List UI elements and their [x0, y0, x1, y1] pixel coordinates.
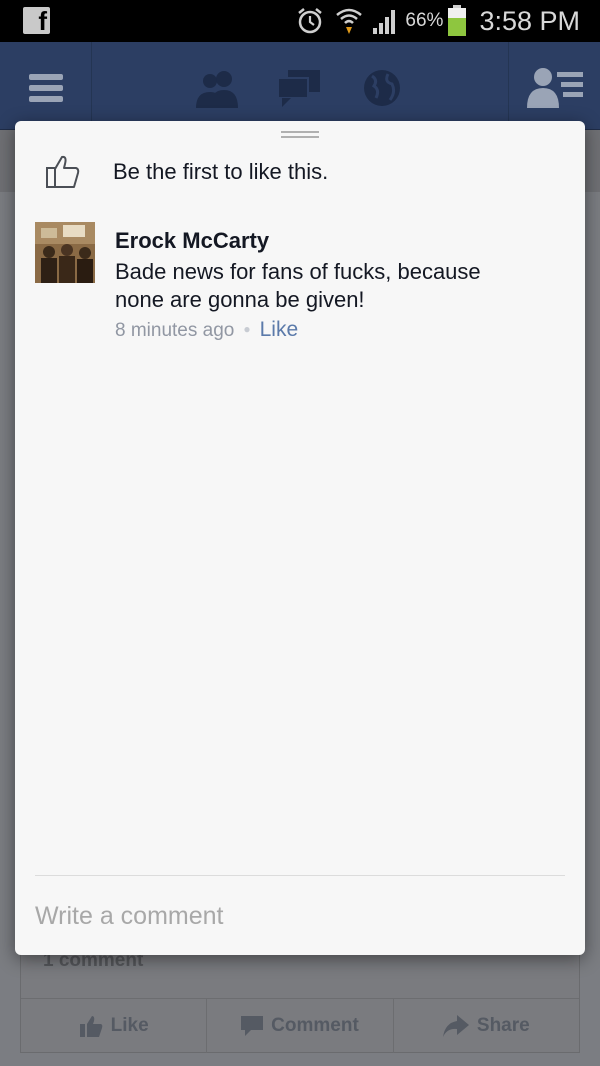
comment-input[interactable]	[35, 893, 565, 939]
signal-icon	[373, 10, 396, 34]
share-button[interactable]: Share	[394, 999, 579, 1053]
facebook-notification-icon: f	[23, 7, 50, 34]
friends-list-button[interactable]	[508, 42, 600, 130]
nav-jewels	[190, 66, 410, 110]
alarm-icon	[298, 8, 323, 34]
comment-button[interactable]: Comment	[207, 999, 394, 1053]
comment-like-link[interactable]: Like	[260, 318, 299, 341]
comments-popup: Be the first to like this. Erock McCarty…	[15, 121, 585, 955]
drag-handle[interactable]	[281, 131, 319, 139]
battery-icon	[448, 5, 467, 36]
messages-icon[interactable]	[278, 70, 320, 108]
friends-list-icon	[527, 68, 583, 108]
comment-icon	[241, 1016, 264, 1036]
like-label: Like	[110, 1015, 149, 1036]
divider	[35, 875, 565, 876]
status-bar: f 66% 3:58 PM	[0, 0, 600, 42]
like-prompt: Be the first to like this.	[113, 159, 329, 184]
clock: 3:58 PM	[479, 5, 580, 36]
thumbs-up-icon	[79, 1016, 102, 1037]
like-button[interactable]: Like	[21, 999, 208, 1053]
thumbs-up-outline-icon	[46, 155, 80, 188]
post-actions: Like Comment Share	[21, 999, 579, 1053]
comment-label: Comment	[271, 1015, 359, 1036]
separator-dot: ●	[243, 322, 251, 336]
avatar-photo	[35, 222, 95, 283]
share-label: Share	[476, 1015, 530, 1036]
comment-meta: 8 minutes ago ● Like	[115, 318, 298, 342]
avatar[interactable]	[35, 222, 95, 283]
battery-percent: 66%	[405, 10, 444, 31]
notifications-globe-icon[interactable]	[362, 68, 402, 108]
wifi-icon	[336, 8, 363, 34]
comment-text: Bade news for fans of fucks, because non…	[115, 259, 481, 312]
nav-bar	[0, 42, 600, 130]
comment-timestamp: 8 minutes ago	[115, 320, 235, 341]
comment-author[interactable]: Erock McCarty	[115, 228, 269, 254]
like-summary[interactable]: Be the first to like this.	[45, 151, 328, 191]
menu-button[interactable]	[0, 42, 92, 130]
share-icon	[442, 1015, 469, 1037]
status-icons: 66% 3:58 PM	[295, 0, 600, 42]
friend-requests-icon[interactable]	[196, 68, 240, 108]
